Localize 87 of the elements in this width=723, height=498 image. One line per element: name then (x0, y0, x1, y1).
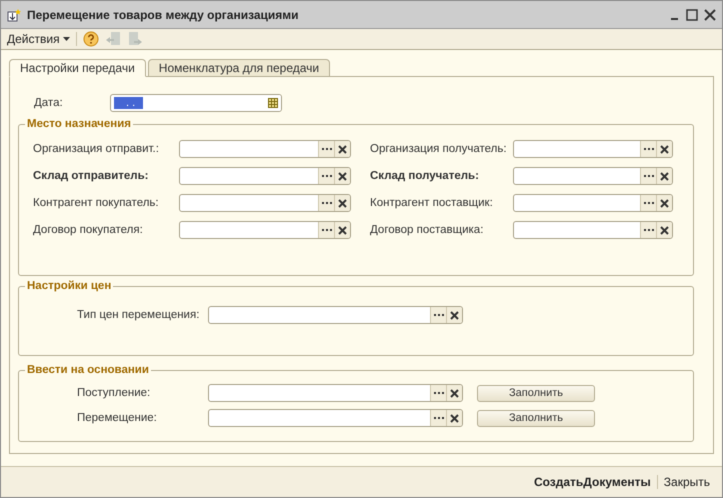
clear-button[interactable] (446, 307, 462, 323)
calendar-button[interactable] (265, 95, 281, 111)
field-label: Тип цен перемещения: (77, 309, 200, 321)
actions-menu[interactable]: Действия (5, 32, 77, 46)
help-icon[interactable] (82, 31, 99, 47)
clear-icon (660, 226, 669, 234)
clear-button[interactable] (656, 195, 672, 211)
document-icon (7, 8, 21, 22)
clear-button[interactable] (334, 141, 350, 157)
field-label: Договор покупателя: (33, 224, 144, 236)
clear-icon (450, 310, 459, 320)
clear-icon (338, 172, 347, 180)
clear-button[interactable] (656, 222, 672, 238)
input-field[interactable] (208, 409, 463, 427)
tab[interactable]: Номенклатура для передачи (148, 59, 330, 77)
input-field[interactable] (179, 221, 351, 239)
clear-button[interactable] (334, 168, 350, 184)
select-button[interactable] (318, 141, 334, 157)
clear-button[interactable] (656, 168, 672, 184)
select-button[interactable] (318, 168, 334, 184)
clear-icon (338, 198, 347, 208)
input-field[interactable] (513, 221, 673, 239)
select-button[interactable] (318, 222, 334, 238)
group-title: Ввести на основании (26, 364, 150, 376)
input-field[interactable] (179, 167, 351, 185)
group-title: Настройки цен (26, 280, 112, 292)
select-button[interactable] (430, 410, 446, 426)
window-title: Перемещение товаров между организациями (27, 8, 300, 22)
field-label: Дата: (34, 97, 63, 109)
input-field[interactable] (179, 194, 351, 212)
ellipsis-icon (644, 201, 654, 205)
fill-button[interactable]: Заполнить (477, 384, 595, 402)
field-label: Договор поставщика: (370, 224, 484, 236)
ellipsis-icon (322, 201, 332, 205)
group-title: Место назначения (26, 118, 132, 130)
select-button[interactable] (640, 195, 656, 211)
ellipsis-icon (322, 147, 332, 151)
clear-icon (338, 226, 347, 234)
select-button[interactable] (640, 222, 656, 238)
footer-button[interactable]: СоздатьДокументы (528, 475, 658, 489)
clear-button[interactable] (334, 222, 350, 238)
field-value: . . (114, 97, 144, 109)
field-label: Склад отправитель: (33, 170, 150, 182)
field-label: Организация получатель: (370, 143, 508, 155)
select-button[interactable] (640, 168, 656, 184)
close-icon[interactable] (704, 8, 716, 20)
clear-icon (660, 172, 669, 180)
select-button[interactable] (430, 385, 446, 401)
ellipsis-icon (434, 416, 444, 420)
clear-button[interactable] (656, 141, 672, 157)
caret-icon (62, 37, 70, 41)
ellipsis-icon (644, 147, 654, 151)
ellipsis-icon (434, 391, 444, 395)
clear-icon (450, 388, 459, 398)
input-field[interactable] (513, 140, 673, 158)
field-label: Склад получатель: (370, 170, 480, 182)
select-button[interactable] (640, 141, 656, 157)
clear-icon (450, 414, 459, 422)
clear-button[interactable] (446, 385, 462, 401)
date-field[interactable]: . . (110, 94, 282, 112)
clear-button[interactable] (334, 195, 350, 211)
ellipsis-icon (322, 174, 332, 178)
ellipsis-icon (644, 174, 654, 178)
field-label: Перемещение: (77, 412, 158, 424)
clear-icon (660, 144, 669, 154)
clear-icon (660, 198, 669, 208)
field-label: Организация отправит.: (33, 143, 160, 155)
clear-icon (338, 144, 347, 154)
tab[interactable]: Настройки передачи (9, 59, 146, 77)
select-button[interactable] (318, 195, 334, 211)
input-field[interactable] (208, 384, 463, 402)
input-field[interactable] (513, 194, 673, 212)
footer-button[interactable]: Закрыть (658, 475, 716, 489)
input-field[interactable] (513, 167, 673, 185)
field-label: Поступление: (77, 387, 152, 399)
input-field[interactable] (179, 140, 351, 158)
field-label: Контрагент покупатель: (33, 197, 160, 209)
ellipsis-icon (644, 228, 654, 232)
maximize-icon[interactable] (686, 8, 698, 20)
clear-button[interactable] (446, 410, 462, 426)
input-field[interactable] (208, 306, 463, 324)
ellipsis-icon (322, 228, 332, 232)
select-button[interactable] (430, 307, 446, 323)
ellipsis-icon (434, 313, 444, 317)
field-label: Контрагент поставщик: (370, 197, 494, 209)
fill-button[interactable]: Заполнить (477, 410, 595, 426)
calendar-icon (268, 98, 278, 108)
